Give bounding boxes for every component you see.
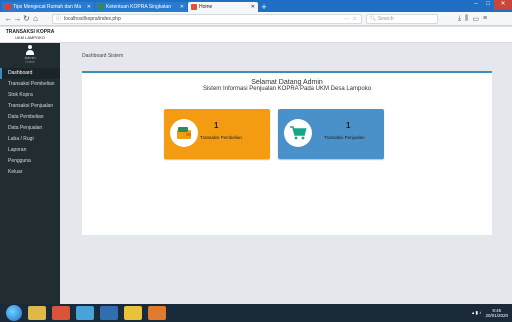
- app-icon[interactable]: [100, 306, 118, 320]
- window-close-icon[interactable]: ✕: [494, 0, 512, 10]
- network-icon[interactable]: ▴ ▮ ♪: [472, 310, 482, 316]
- bookmark-star-icon[interactable]: ⋯ ☆: [344, 16, 358, 22]
- new-tab-icon[interactable]: +: [259, 2, 269, 12]
- breadcrumb: Dashboard Sistem: [82, 53, 124, 59]
- download-icon[interactable]: ⤓: [458, 15, 461, 23]
- sidebar-item-laporan[interactable]: Laporan: [0, 145, 60, 156]
- close-icon[interactable]: ✕: [87, 4, 91, 10]
- maximize-icon[interactable]: □: [482, 0, 494, 10]
- user-panel: Admin Online: [0, 43, 60, 65]
- search-input[interactable]: 🔍︎ Search: [366, 13, 438, 24]
- welcome-title: Selamat Datang Admin: [251, 79, 323, 86]
- browser-tab-1[interactable]: Tips Mengecat Rumah dan Ma ✕: [2, 2, 94, 12]
- sidebar-item-transaksi-penjualan[interactable]: Transaksi Penjualan: [0, 101, 60, 112]
- sidebar-item-keluar[interactable]: Keluar: [0, 167, 60, 178]
- os-taskbar: ▴ ▮ ♪ 9:45 20/01/2020: [0, 304, 512, 322]
- browser-nav-bar: ← → ↻ ⌂ ⓘ localhost/kopra/index.php ⋯ ☆ …: [0, 12, 512, 26]
- start-button-icon[interactable]: [6, 305, 22, 321]
- home-icon[interactable]: ⌂: [31, 14, 40, 24]
- url-text: localhost/kopra/index.php: [64, 15, 121, 22]
- minimize-icon[interactable]: –: [470, 0, 482, 10]
- card-label: Transaksi Penjualan: [324, 135, 365, 140]
- card-transaksi-pembelian[interactable]: 1 Transaksi Pembelian: [164, 109, 270, 159]
- search-placeholder: Search: [377, 15, 394, 22]
- sidebar-icon[interactable]: ▭: [472, 15, 479, 23]
- browser-tab-3[interactable]: Home ✕: [188, 2, 258, 12]
- sidebar-item-stok-kopra[interactable]: Stok Kopra: [0, 90, 60, 101]
- card-label: Transaksi Pembelian: [200, 135, 242, 140]
- media-player-icon[interactable]: [52, 306, 70, 320]
- app-icon[interactable]: [76, 306, 94, 320]
- brand-subtitle: UKM LAMPOKO: [15, 35, 45, 40]
- sidebar-item-laba-rugi[interactable]: Laba / Rugi: [0, 134, 60, 145]
- window-controls: – □ ✕: [470, 0, 512, 12]
- address-bar[interactable]: ⓘ localhost/kopra/index.php ⋯ ☆: [52, 13, 362, 24]
- shopping-cart-icon: [284, 119, 312, 147]
- card-transaksi-penjualan[interactable]: 1 Transaksi Penjualan: [278, 109, 384, 159]
- sidebar-menu: Dashboard Transaksi Pembelian Stok Kopra…: [0, 68, 60, 178]
- search-icon: 🔍︎: [370, 15, 378, 22]
- file-explorer-icon[interactable]: [28, 306, 46, 320]
- close-icon[interactable]: ✕: [251, 4, 255, 10]
- welcome-block: Selamat Datang Admin Sistem Informasi Pe…: [82, 79, 492, 93]
- sidebar-item-data-penjualan[interactable]: Data Penjualan: [0, 123, 60, 134]
- browser-toolbar-icons: ⤓ ⫼ ▭ ≡: [458, 15, 487, 23]
- page-viewport: TRANSAKSI KOPRA UKM LAMPOKO Admin Online…: [0, 27, 512, 304]
- reload-icon[interactable]: ↻: [22, 14, 31, 24]
- library-icon[interactable]: ⫼: [465, 15, 468, 23]
- card-count: 1: [346, 121, 351, 130]
- app-header: TRANSAKSI KOPRA UKM LAMPOKO: [0, 27, 512, 43]
- tab-label: Ketentuan KOPRA Singkatan: [106, 4, 172, 10]
- dashboard-panel: Selamat Datang Admin Sistem Informasi Pe…: [82, 71, 492, 235]
- tab-label: Tips Mengecat Rumah dan Ma: [13, 4, 82, 10]
- tab-label: Home: [199, 4, 213, 10]
- forward-icon[interactable]: →: [13, 14, 22, 24]
- sidebar-item-pengguna[interactable]: Pengguna: [0, 156, 60, 167]
- sidebar-item-data-pembelian[interactable]: Data Pembelian: [0, 112, 60, 123]
- clock-date: 20/01/2020: [485, 313, 508, 318]
- menu-icon[interactable]: ≡: [483, 15, 487, 23]
- close-icon[interactable]: ✕: [180, 4, 184, 10]
- user-status: Online: [24, 60, 36, 64]
- brand-logo[interactable]: TRANSAKSI KOPRA UKM LAMPOKO: [0, 27, 60, 43]
- system-tray: ▴ ▮ ♪ 9:45 20/01/2020: [472, 308, 512, 318]
- firefox-icon[interactable]: [148, 306, 166, 320]
- info-icon[interactable]: ⓘ: [56, 15, 61, 22]
- favicon-icon: [5, 4, 11, 10]
- welcome-subtitle: Sistem Informasi Penjualan KOPRA Pada UK…: [202, 86, 372, 92]
- main-content: Dashboard Sistem Selamat Datang Admin Si…: [60, 43, 512, 304]
- user-avatar-icon: [25, 45, 35, 55]
- favicon-icon: [191, 4, 197, 10]
- sidebar-item-transaksi-pembelian[interactable]: Transaksi Pembelian: [0, 79, 60, 90]
- sidebar: Admin Online Dashboard Transaksi Pembeli…: [0, 43, 60, 304]
- browser-tab-2[interactable]: Ketentuan KOPRA Singkatan ✕: [95, 2, 187, 12]
- clock[interactable]: 9:45 20/01/2020: [485, 308, 508, 318]
- favicon-icon: [98, 4, 104, 10]
- browser-tab-bar: Tips Mengecat Rumah dan Ma ✕ Ketentuan K…: [0, 0, 512, 12]
- card-count: 1: [214, 121, 219, 130]
- sidebar-item-dashboard[interactable]: Dashboard: [0, 68, 60, 79]
- app-icon[interactable]: [124, 306, 142, 320]
- wallet-icon: [170, 119, 198, 147]
- back-icon[interactable]: ←: [4, 14, 13, 24]
